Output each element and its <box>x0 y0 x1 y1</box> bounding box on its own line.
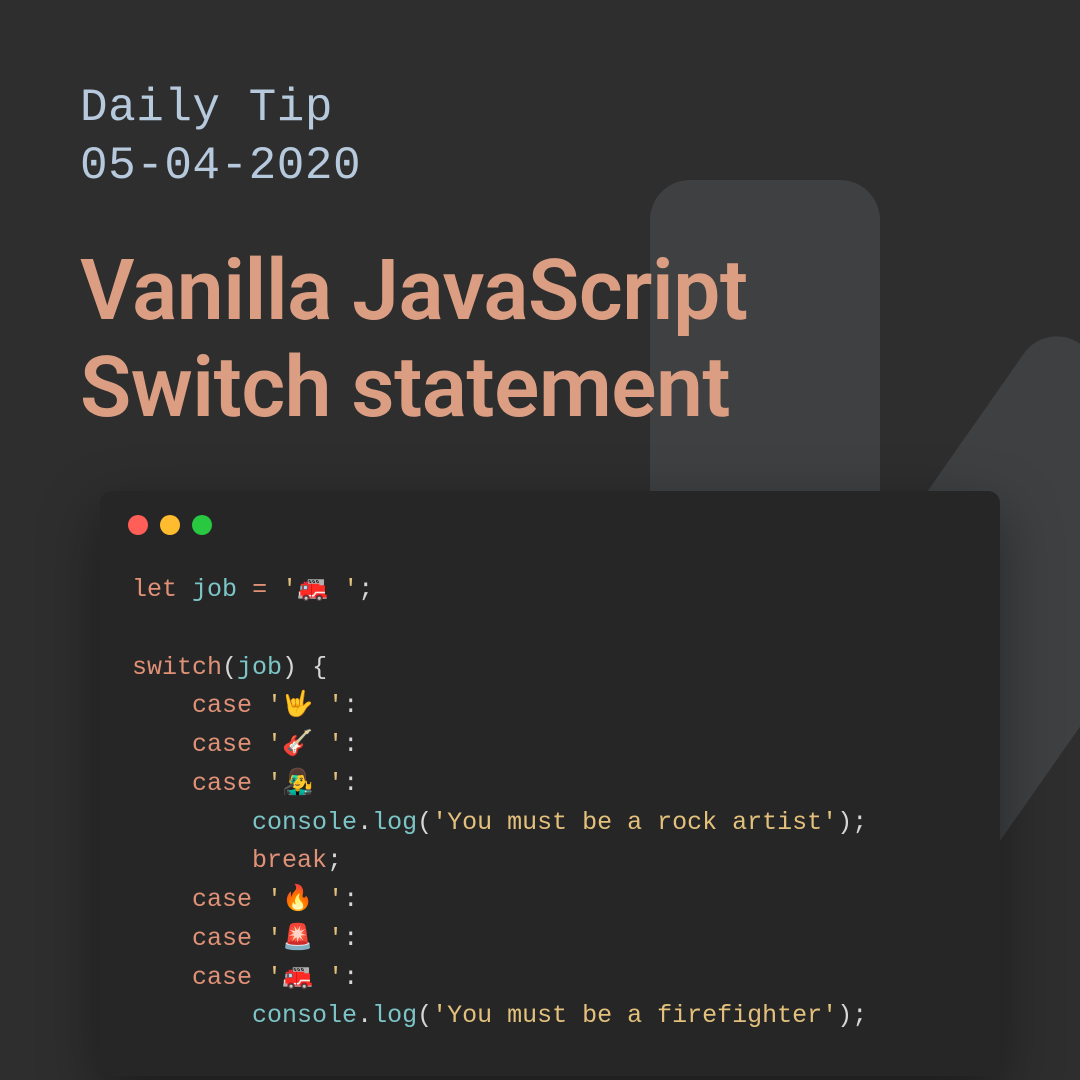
content-container: Daily Tip 05-04-2020 Vanilla JavaScript … <box>0 0 1080 1076</box>
str-msg-1: 'You must be a rock artist' <box>432 808 837 837</box>
kw-case-4: case <box>192 885 252 914</box>
rparen-2: ) <box>837 808 852 837</box>
kicker-label: Daily Tip 05-04-2020 <box>80 80 1000 195</box>
kw-break-1: break <box>252 846 327 875</box>
lparen: ( <box>222 653 237 682</box>
rparen-3: ) <box>837 1001 852 1030</box>
str-case-5: '🚨 ' <box>267 924 343 953</box>
semi-2: ; <box>852 808 867 837</box>
method-log-1: log <box>372 808 417 837</box>
window-traffic-lights <box>100 491 1000 549</box>
ident-console-1: console <box>252 808 357 837</box>
colon-4: : <box>343 885 358 914</box>
method-log-2: log <box>372 1001 417 1030</box>
kw-switch: switch <box>132 653 222 682</box>
page-title: Vanilla JavaScript Switch statement <box>80 243 1000 436</box>
colon-3: : <box>343 769 358 798</box>
ident-job: job <box>192 575 237 604</box>
kicker-line-1: Daily Tip <box>80 82 333 134</box>
colon-5: : <box>343 924 358 953</box>
kicker-line-2: 05-04-2020 <box>80 140 361 192</box>
colon-2: : <box>343 730 358 759</box>
str-msg-2: 'You must be a firefighter' <box>432 1001 837 1030</box>
semi-4: ; <box>852 1001 867 1030</box>
minimize-dot-icon <box>160 515 180 535</box>
kw-case-1: case <box>192 691 252 720</box>
maximize-dot-icon <box>192 515 212 535</box>
title-line-1: Vanilla JavaScript <box>80 241 748 340</box>
ident-console-2: console <box>252 1001 357 1030</box>
str-case-2: '🎸 ' <box>267 730 343 759</box>
title-line-2: Switch statement <box>80 338 730 437</box>
colon-1: : <box>343 691 358 720</box>
dot-1: . <box>357 808 372 837</box>
rparen: ) <box>282 653 297 682</box>
kw-let: let <box>132 575 177 604</box>
dot-2: . <box>357 1001 372 1030</box>
str-case-4: '🔥 ' <box>267 885 343 914</box>
kw-case-5: case <box>192 924 252 953</box>
str-job-value: '🚒 ' <box>282 575 358 604</box>
code-block: let job = '🚒 '; switch(job) { case '🤟 ':… <box>100 549 1000 1076</box>
str-case-1: '🤟 ' <box>267 691 343 720</box>
kw-case-2: case <box>192 730 252 759</box>
colon-6: : <box>343 963 358 992</box>
ident-job-2: job <box>237 653 282 682</box>
lparen-3: ( <box>417 1001 432 1030</box>
str-case-6: '🚒 ' <box>267 963 343 992</box>
semi-3: ; <box>327 846 342 875</box>
close-dot-icon <box>128 515 148 535</box>
code-window: let job = '🚒 '; switch(job) { case '🤟 ':… <box>100 491 1000 1076</box>
kw-case-6: case <box>192 963 252 992</box>
str-case-3: '👨‍🎤 ' <box>267 769 343 798</box>
op-assign: = <box>252 575 267 604</box>
lparen-2: ( <box>417 808 432 837</box>
lbrace: { <box>312 653 327 682</box>
semi-1: ; <box>358 575 373 604</box>
kw-case-3: case <box>192 769 252 798</box>
